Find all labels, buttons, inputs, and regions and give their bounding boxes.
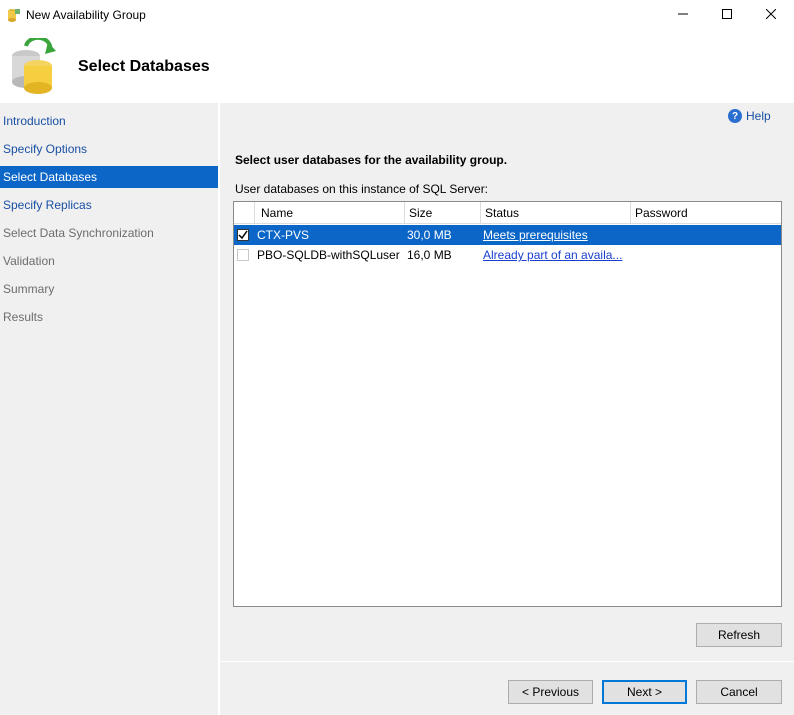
sidebar-item-validation: Validation [3, 254, 55, 268]
sidebar-item-results: Results [3, 310, 44, 324]
help-link[interactable]: ? Help [728, 109, 771, 123]
table-row[interactable]: PBO-SQLDB-withSQLuser 16,0 MB Already pa… [234, 245, 781, 265]
databases-grid: Name Size Status Password CTX-PVS 30,0 M… [233, 201, 782, 607]
sidebar-item-select-data-synchronization: Select Data Synchronization [3, 226, 154, 240]
sidebar-item-introduction[interactable]: Introduction [0, 110, 218, 132]
refresh-button[interactable]: Refresh [696, 623, 782, 647]
close-icon [765, 8, 777, 22]
row-checkbox[interactable] [237, 229, 249, 241]
row-name: CTX-PVS [257, 228, 310, 242]
row-status-link[interactable]: Already part of an availa... [483, 245, 629, 265]
row-password[interactable] [635, 225, 781, 245]
row-status-link[interactable]: Meets prerequisites [483, 225, 629, 245]
column-header-password[interactable]: Password [631, 202, 781, 224]
cancel-button[interactable]: Cancel [696, 680, 782, 704]
main-panel: ? Help Select user databases for the ava… [220, 103, 794, 715]
maximize-icon [722, 8, 732, 22]
grid-label: User databases on this instance of SQL S… [235, 182, 489, 196]
column-header-size[interactable]: Size [405, 202, 481, 224]
row-size: 16,0 MB [407, 248, 452, 262]
row-checkbox[interactable] [237, 249, 249, 261]
previous-button[interactable]: < Previous [508, 680, 593, 704]
next-button[interactable]: Next > [602, 680, 687, 704]
help-label: Help [746, 109, 771, 123]
table-row[interactable]: CTX-PVS 30,0 MB Meets prerequisites [234, 225, 781, 245]
page-banner: Select Databases [0, 30, 794, 103]
sidebar-item-summary: Summary [3, 282, 55, 296]
page-title: Select Databases [78, 58, 210, 75]
window-title: New Availability Group [26, 8, 146, 22]
maximize-button[interactable] [704, 0, 750, 30]
availability-group-icon [6, 7, 22, 23]
minimize-icon [678, 8, 688, 22]
column-header-status[interactable]: Status [481, 202, 631, 224]
close-button[interactable] [748, 0, 794, 30]
footer-divider [220, 661, 794, 662]
grid-header: Name Size Status Password [234, 202, 781, 224]
database-sync-icon [8, 35, 58, 96]
instruction-text: Select user databases for the availabili… [235, 153, 508, 167]
sidebar-item-specify-replicas[interactable]: Specify Replicas [0, 194, 218, 216]
help-icon: ? [728, 109, 742, 123]
column-header-name[interactable]: Name [255, 202, 405, 224]
wizard-steps-sidebar: Introduction Specify Options Select Data… [0, 103, 218, 715]
row-size: 30,0 MB [407, 228, 452, 242]
checkmark-icon [238, 230, 248, 240]
sidebar-item-select-databases[interactable]: Select Databases [0, 166, 218, 188]
sidebar-item-specify-options[interactable]: Specify Options [0, 138, 218, 160]
row-password[interactable] [635, 245, 781, 265]
title-bar: New Availability Group [0, 0, 794, 30]
column-header-checkbox [234, 202, 255, 224]
minimize-button[interactable] [660, 0, 706, 30]
row-name: PBO-SQLDB-withSQLuser [257, 248, 400, 262]
